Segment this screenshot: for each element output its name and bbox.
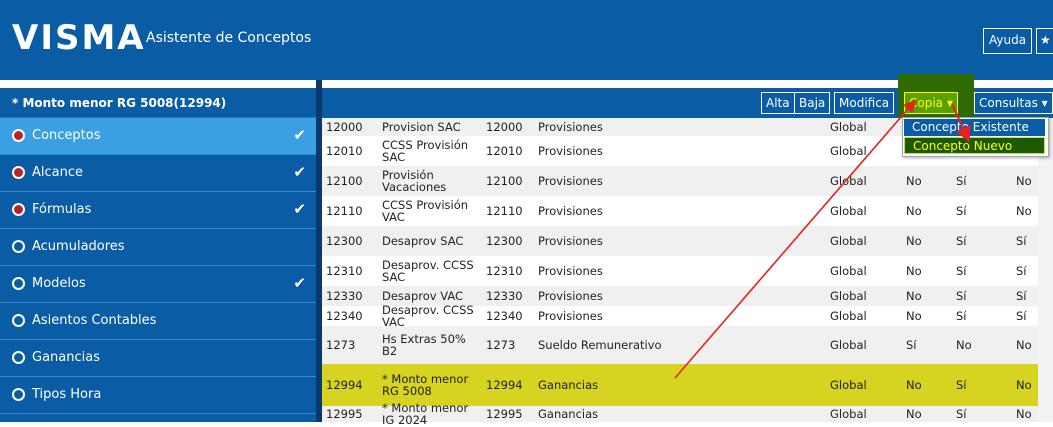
- annotation-arrows: [674, 99, 971, 379]
- annotation-arrow-short: [951, 103, 971, 143]
- annotation-arrow-main: [674, 99, 917, 379]
